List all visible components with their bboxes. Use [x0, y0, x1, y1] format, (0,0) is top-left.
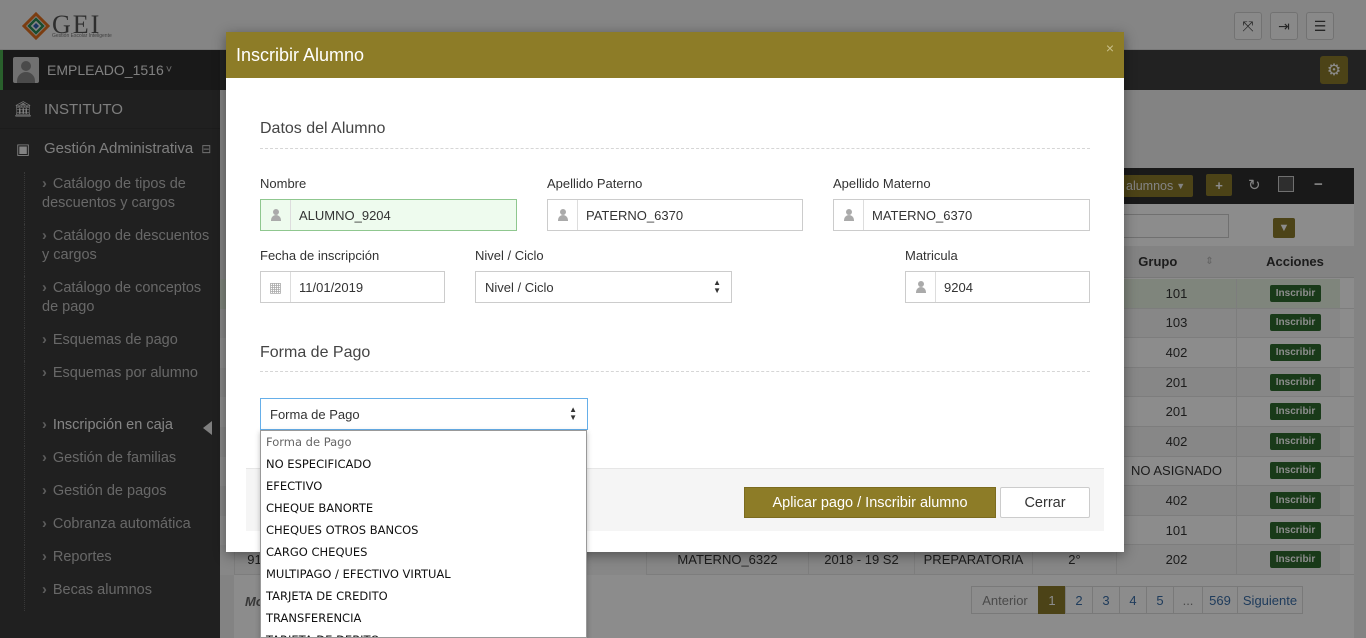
- select-arrows-icon: ▲ ▼: [569, 405, 577, 422]
- fecha-inscripcion-field[interactable]: ▦ 11/01/2019: [260, 271, 445, 303]
- forma-pago-option[interactable]: TRANSFERENCIA: [261, 607, 586, 629]
- forma-pago-options: Forma de Pago NO ESPECIFICADO EFECTIVO CHEQ…: [260, 430, 587, 638]
- forma-pago-option[interactable]: Forma de Pago: [261, 431, 586, 453]
- forma-pago-option[interactable]: NO ESPECIFICADO: [261, 453, 586, 475]
- close-icon[interactable]: ×: [1106, 40, 1114, 56]
- section-title-datos: Datos del Alumno: [260, 120, 386, 137]
- forma-pago-option[interactable]: CHEQUES OTROS BANCOS: [261, 519, 586, 541]
- matricula-label: Matricula: [905, 248, 958, 263]
- divider: [260, 371, 1090, 372]
- forma-pago-option[interactable]: EFECTIVO: [261, 475, 586, 497]
- apellido-paterno-label: Apellido Paterno: [547, 176, 643, 191]
- nivel-ciclo-label: Nivel / Ciclo: [475, 248, 544, 263]
- forma-pago-option[interactable]: CARGO CHEQUES: [261, 541, 586, 563]
- section-title-forma-pago: Forma de Pago: [260, 344, 371, 361]
- user-icon: [906, 272, 936, 302]
- modal-header: Inscribir Alumno ×: [226, 32, 1124, 78]
- matricula-field[interactable]: 9204: [905, 271, 1090, 303]
- select-arrows-icon: ▲ ▼: [713, 278, 721, 295]
- forma-pago-option[interactable]: TARJETA DE CREDITO: [261, 585, 586, 607]
- calendar-icon: ▦: [261, 272, 291, 302]
- user-icon: [261, 200, 291, 230]
- apellido-materno-label: Apellido Materno: [833, 176, 931, 191]
- nivel-ciclo-select[interactable]: Nivel / Ciclo ▲ ▼: [475, 271, 732, 303]
- modal-title: Inscribir Alumno: [236, 44, 365, 65]
- close-button[interactable]: Cerrar: [1000, 487, 1090, 518]
- user-icon: [834, 200, 864, 230]
- nombre-field[interactable]: ALUMNO_9204: [260, 199, 517, 231]
- apply-payment-button[interactable]: Aplicar pago / Inscribir alumno: [744, 487, 996, 518]
- nombre-label: Nombre: [260, 176, 307, 191]
- divider: [260, 148, 1090, 149]
- fecha-inscripcion-label: Fecha de inscripción: [260, 248, 380, 263]
- forma-pago-option[interactable]: TARJETA DE DEBITO: [261, 629, 586, 637]
- user-icon: [548, 200, 578, 230]
- forma-pago-option[interactable]: CHEQUE BANORTE: [261, 497, 586, 519]
- forma-pago-option[interactable]: MULTIPAGO / EFECTIVO VIRTUAL: [261, 563, 586, 585]
- apellido-materno-field[interactable]: MATERNO_6370: [833, 199, 1090, 231]
- forma-pago-select[interactable]: Forma de Pago ▲ ▼: [260, 398, 588, 430]
- apellido-paterno-field[interactable]: PATERNO_6370: [547, 199, 803, 231]
